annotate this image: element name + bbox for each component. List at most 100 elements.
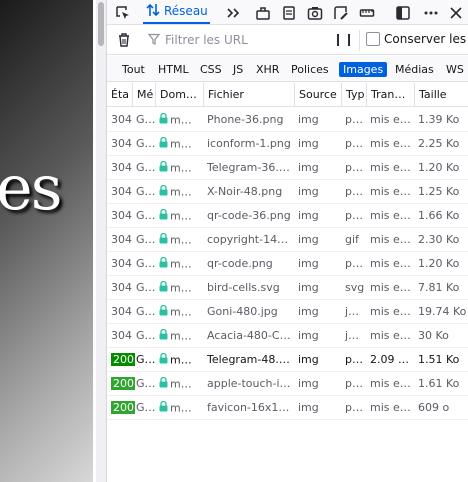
- source-cell: img: [298, 161, 319, 174]
- column-file[interactable]: Fichier: [203, 83, 294, 107]
- table-row[interactable]: 304 G… m… Goni-480.jpg img j… mis e… 19.74 Ko: [107, 300, 468, 324]
- column-source[interactable]: Source: [294, 83, 341, 107]
- domain-cell: m…: [155, 372, 203, 396]
- secure-lock-icon: [159, 301, 168, 324]
- type-cell: p…: [345, 209, 363, 222]
- table-row[interactable]: 304 G… m… Phone-36.png img p… mis e… 1.39 Ko: [107, 108, 468, 132]
- status-badge: 304: [111, 161, 132, 174]
- status-badge: 304: [111, 281, 132, 294]
- table-row[interactable]: 304 G… m… qr-code-36.png img p… mis e… 1.66 Ko: [107, 204, 468, 228]
- url-filter[interactable]: [147, 29, 328, 51]
- type-cell: p…: [345, 353, 363, 366]
- pause-icon[interactable]: ❙❙: [333, 32, 355, 46]
- table-row[interactable]: 304 G… m… copyright-14… img gif mis e… 2.30 Ko: [107, 228, 468, 252]
- transferred-cell: mis e…: [370, 209, 411, 222]
- ruler-icon[interactable]: [357, 3, 376, 22]
- url-filter-input[interactable]: [165, 33, 315, 47]
- type-cell: p…: [345, 257, 363, 270]
- domain-text: m…: [170, 113, 192, 127]
- type-filter-css[interactable]: CSS: [196, 62, 226, 77]
- type-filter-all[interactable]: Tout: [118, 62, 149, 77]
- column-domain[interactable]: Dom…: [155, 83, 203, 107]
- table-row[interactable]: 304 G… m… Acacia-480-C… img j… mis e… 30 Ko: [107, 324, 468, 348]
- source-cell: img: [298, 137, 319, 150]
- scrollbar-thumb[interactable]: [98, 2, 104, 46]
- table-row[interactable]: 200 G… m… favicon-16x1… img p… mis e… 609 o: [107, 396, 468, 420]
- domain-cell: m…: [155, 156, 203, 180]
- devtools-scrollbar[interactable]: [96, 0, 107, 482]
- secure-lock-icon: [159, 229, 168, 252]
- domain-text: m…: [170, 353, 192, 367]
- domain-cell: m…: [155, 228, 203, 252]
- domain-text: m…: [170, 185, 192, 199]
- page-viewport: es: [0, 0, 93, 482]
- method-cell: G…: [136, 401, 155, 414]
- table-row[interactable]: 200 G… m… apple-touch-i… img p… mis e… 1.61 Ko: [107, 372, 468, 396]
- column-status[interactable]: Éta: [107, 83, 132, 107]
- size-cell: 1.20 Ko: [418, 161, 460, 174]
- network-icon: [145, 2, 161, 21]
- size-cell: 7.81 Ko: [418, 281, 460, 294]
- bucket-icon[interactable]: [253, 3, 272, 22]
- method-cell: G…: [136, 353, 155, 366]
- size-cell: 1.20 Ko: [418, 257, 460, 270]
- style-editor-icon[interactable]: [331, 3, 350, 22]
- more-options-icon[interactable]: [421, 3, 440, 22]
- table-row[interactable]: 304 G… m… Telegram-36.… img p… mis e… 1.20 Ko: [107, 156, 468, 180]
- table-row[interactable]: 304 G… m… bird-cells.svg img svg mis e… 7.81 Ko: [107, 276, 468, 300]
- screenshot-icon[interactable]: [305, 3, 324, 22]
- tab-network[interactable]: Réseau: [143, 0, 210, 24]
- source-cell: img: [298, 401, 319, 414]
- more-tabs-chevron-icon[interactable]: [223, 3, 242, 22]
- type-filter-media[interactable]: Médias: [391, 62, 438, 77]
- column-size[interactable]: Taille: [414, 83, 468, 107]
- type-filter-html[interactable]: HTML: [154, 62, 193, 77]
- devtools-toolbar: Réseau: [107, 0, 468, 25]
- type-filter-js[interactable]: JS: [229, 62, 247, 77]
- toolbar-divider: [359, 30, 360, 51]
- transferred-cell: mis e…: [370, 137, 411, 150]
- size-cell: 2.30 Ko: [418, 233, 460, 246]
- type-filter-images[interactable]: Images: [339, 62, 388, 77]
- notes-icon[interactable]: [279, 3, 298, 22]
- type-cell: p…: [345, 161, 363, 174]
- trash-icon[interactable]: [116, 32, 132, 51]
- type-filter-ws[interactable]: WS: [442, 62, 468, 77]
- method-cell: G…: [136, 257, 155, 270]
- transferred-cell: mis e…: [370, 257, 411, 270]
- column-method[interactable]: Mé: [132, 83, 155, 107]
- close-icon[interactable]: [446, 3, 465, 22]
- domain-cell: m…: [155, 300, 203, 324]
- status-badge: 304: [111, 209, 132, 222]
- type-filter-fonts[interactable]: Polices: [287, 62, 333, 77]
- table-row[interactable]: 304 G… m… iconform-1.png img p… mis e… 2.25 Ko: [107, 132, 468, 156]
- table-row[interactable]: 304 G… m… qr-code.png img p… mis e… 1.20 Ko: [107, 252, 468, 276]
- page-heading-fragment: es: [0, 151, 63, 224]
- transferred-cell: mis e…: [370, 401, 411, 414]
- status-badge: 304: [111, 233, 132, 246]
- dock-side-icon[interactable]: [393, 3, 412, 22]
- size-cell: 1.61 Ko: [418, 377, 460, 390]
- size-cell: 1.66 Ko: [418, 209, 460, 222]
- method-cell: G…: [136, 137, 155, 150]
- domain-text: m…: [170, 209, 192, 223]
- column-type[interactable]: Typ: [341, 83, 366, 107]
- domain-text: m…: [170, 257, 192, 271]
- method-cell: G…: [136, 233, 155, 246]
- method-cell: G…: [136, 281, 155, 294]
- table-row[interactable]: 304 G… m… X-Noir-48.png img p… mis e… 1.25 Ko: [107, 180, 468, 204]
- status-badge: 304: [111, 137, 132, 150]
- table-row[interactable]: 200 G… m… Telegram-48.… img p… 2.09 … 1.51 Ko: [107, 348, 468, 372]
- secure-lock-icon: [159, 181, 168, 204]
- type-filter-xhr[interactable]: XHR: [252, 62, 283, 77]
- domain-text: m…: [170, 161, 192, 175]
- type-cell: p…: [345, 185, 363, 198]
- method-cell: G…: [136, 305, 155, 318]
- size-cell: 30 Ko: [418, 329, 449, 342]
- persist-logs-toggle[interactable]: Conserver les: [366, 32, 466, 46]
- persist-logs-checkbox[interactable]: [366, 32, 380, 46]
- file-cell: copyright-14…: [207, 233, 289, 246]
- column-transferred[interactable]: Tran…: [366, 83, 414, 107]
- element-picker-icon[interactable]: [113, 3, 132, 22]
- type-cell: p…: [345, 377, 363, 390]
